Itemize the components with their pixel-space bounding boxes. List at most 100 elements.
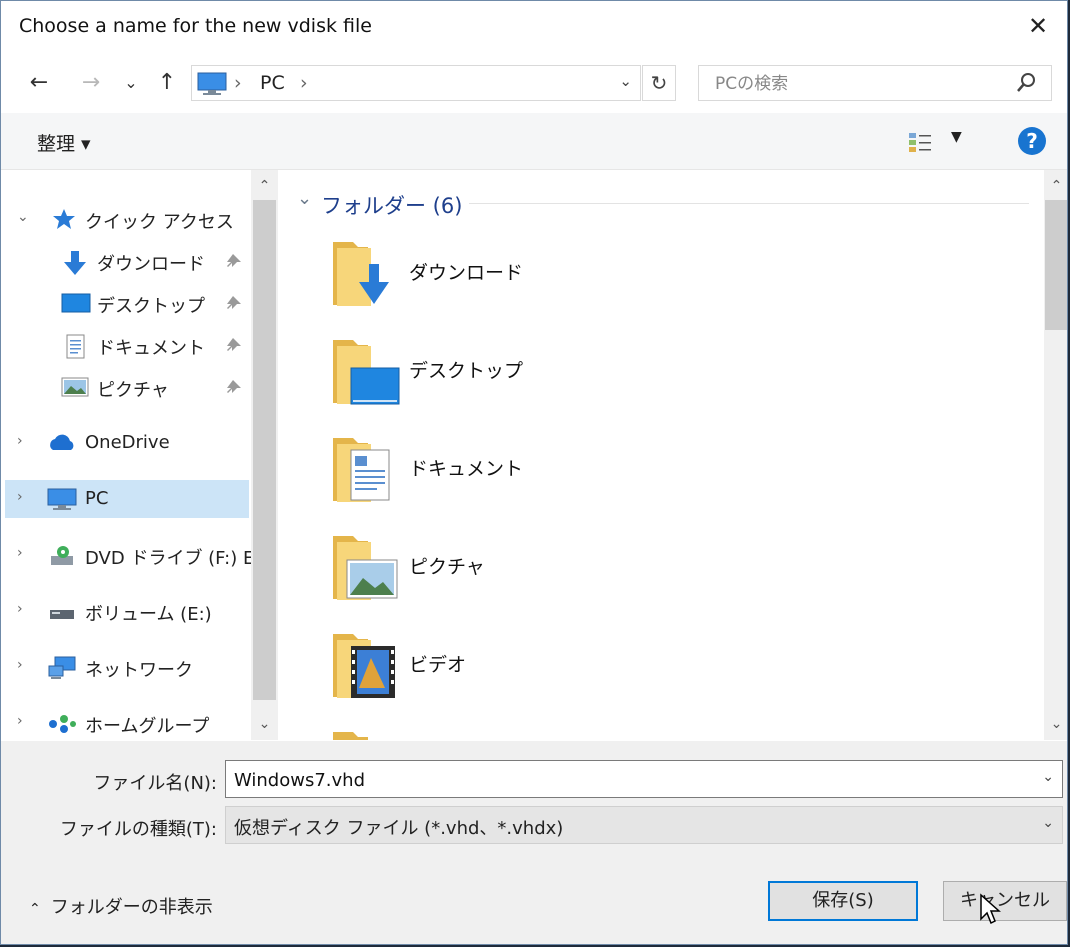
up-arrow-icon[interactable]: ↑ [153, 69, 181, 97]
breadcrumb-separator[interactable]: › [234, 72, 242, 94]
filename-input[interactable] [232, 767, 1016, 793]
refresh-icon[interactable]: ↻ [642, 65, 676, 101]
nav-item-downloads[interactable]: ダウンロード [5, 242, 249, 280]
folder-item-documents[interactable]: ドキュメント [329, 432, 779, 512]
folder-item-downloads[interactable]: ダウンロード [329, 236, 779, 316]
navigation-pane-scrollbar[interactable]: ⌃ ⌄ [251, 170, 278, 740]
folder-item-pictures[interactable]: ピクチャ [329, 530, 779, 610]
desktop-icon [61, 293, 91, 313]
chevron-up-icon: ⌃ [29, 901, 41, 917]
filename-dropdown-chevron-icon[interactable]: ⌄ [1042, 769, 1054, 785]
expand-chevron-icon[interactable]: › [17, 433, 23, 449]
command-bar: 整理 ▾ ▼ ? [1, 113, 1067, 170]
filetype-select[interactable]: 仮想ディスク ファイル (*.vhd、*.vhdx) ⌄ [225, 806, 1063, 844]
nav-item-label: ドキュメント [97, 338, 205, 359]
save-options-panel: ファイル名(N): ⌄ ファイルの種類(T): 仮想ディスク ファイル (*.v… [1, 741, 1067, 944]
pin-icon[interactable] [225, 294, 243, 312]
folder-document-icon [333, 438, 390, 502]
folder-desktop-icon [333, 340, 400, 405]
search-icon[interactable] [1015, 71, 1037, 95]
filename-label: ファイル名(N): [93, 773, 217, 794]
hide-folders-label: フォルダーの非表示 [50, 897, 213, 918]
breadcrumb-pc[interactable]: PC [260, 72, 285, 94]
breadcrumb-separator[interactable]: › [300, 72, 308, 94]
group-header[interactable]: フォルダー (6) [321, 190, 462, 220]
pin-icon[interactable] [225, 378, 243, 396]
address-bar[interactable]: › PC › ⌄ [191, 65, 641, 101]
nav-item-label: ダウンロード [97, 254, 205, 275]
forward-arrow-icon[interactable]: → [77, 69, 105, 97]
nav-item-desktop[interactable]: デスクトップ [5, 284, 249, 322]
scrollbar-thumb[interactable] [1045, 200, 1067, 330]
back-arrow-icon[interactable]: ← [25, 69, 53, 97]
nav-item-label: ピクチャ [97, 380, 169, 401]
nav-item-pc[interactable]: › PC [5, 480, 249, 518]
folder-item-desktop[interactable]: デスクトップ [329, 334, 779, 414]
network-icon [48, 656, 76, 679]
folder-label: デスクトップ [409, 360, 524, 382]
organize-menu-button[interactable]: 整理 ▾ [37, 129, 91, 156]
scroll-down-icon[interactable]: ⌄ [1044, 712, 1067, 736]
pin-icon[interactable] [225, 252, 243, 270]
help-icon[interactable]: ? [1018, 127, 1046, 155]
star-icon [53, 209, 75, 229]
navigation-pane: ⌄ クイック アクセス ダウンロード デスクトップ ドキュメント ピクチャ › … [5, 170, 251, 740]
folder-label: ダウンロード [409, 262, 524, 284]
folder-picture-icon [333, 536, 398, 600]
group-collapse-chevron-icon[interactable]: ⌄ [297, 188, 312, 209]
expand-chevron-icon[interactable]: ⌄ [17, 209, 29, 225]
mouse-cursor-icon [980, 893, 1001, 925]
cancel-button[interactable]: キャンセル [943, 881, 1067, 921]
computer-icon [47, 488, 77, 510]
view-dropdown-icon[interactable]: ▼ [951, 129, 962, 145]
group-divider [469, 203, 1029, 204]
close-icon[interactable]: ✕ [1023, 11, 1053, 41]
scroll-down-icon[interactable]: ⌄ [251, 712, 278, 736]
scroll-up-icon[interactable]: ⌃ [251, 174, 278, 198]
expand-chevron-icon[interactable]: › [17, 601, 23, 617]
change-view-icon[interactable] [907, 131, 935, 155]
expand-chevron-icon[interactable]: › [17, 713, 23, 729]
search-input[interactable] [713, 72, 1007, 96]
expand-chevron-icon[interactable]: › [17, 657, 23, 673]
homegroup-icon [49, 715, 76, 733]
folder-label: ビデオ [409, 654, 467, 676]
folder-video-icon [333, 634, 395, 698]
cloud-icon [50, 434, 74, 450]
nav-item-volume-e[interactable]: › ボリューム (E:) [5, 592, 249, 630]
nav-item-network[interactable]: › ネットワーク [5, 648, 249, 686]
file-list-scrollbar[interactable]: ⌃ ⌄ [1044, 170, 1067, 740]
window-title: Choose a name for the new vdisk file [19, 15, 372, 37]
folder-label: ドキュメント [409, 458, 524, 480]
address-dropdown-chevron-icon[interactable]: ⌄ [619, 72, 632, 90]
nav-item-pictures[interactable]: ピクチャ [5, 368, 249, 406]
filename-combobox[interactable]: ⌄ [225, 760, 1063, 798]
nav-item-label: クイック アクセス [85, 212, 234, 233]
nav-item-label: デスクトップ [97, 296, 205, 317]
nav-item-documents[interactable]: ドキュメント [5, 326, 249, 364]
nav-item-label: PC [85, 488, 109, 509]
nav-item-label: DVD ドライブ (F:) ES [85, 548, 251, 569]
folder-partial-icon[interactable] [329, 726, 401, 740]
folder-item-videos[interactable]: ビデオ [329, 628, 779, 708]
scroll-up-icon[interactable]: ⌃ [1044, 174, 1067, 198]
title-bar: Choose a name for the new vdisk file ✕ [1, 1, 1067, 53]
expand-chevron-icon[interactable]: › [17, 489, 23, 505]
expand-chevron-icon[interactable]: › [17, 545, 23, 561]
nav-item-onedrive[interactable]: › OneDrive [5, 424, 249, 462]
pin-icon[interactable] [225, 336, 243, 354]
nav-item-quick-access[interactable]: ⌄ クイック アクセス [5, 200, 249, 238]
search-box[interactable] [698, 65, 1052, 101]
nav-item-dvd-drive[interactable]: › DVD ドライブ (F:) ES [5, 536, 251, 574]
recent-locations-chevron-icon[interactable]: ⌄ [117, 69, 145, 97]
nav-item-homegroup[interactable]: › ホームグループ [5, 704, 249, 740]
computer-icon [197, 72, 227, 95]
save-button[interactable]: 保存(S) [768, 881, 918, 921]
nav-item-label: ボリューム (E:) [85, 604, 212, 625]
folder-label: ピクチャ [409, 556, 485, 578]
filetype-dropdown-chevron-icon[interactable]: ⌄ [1042, 815, 1054, 831]
file-list: ⌄ フォルダー (6) ダウンロード デスクトップ ドキュメント ピクチャ ビデ… [279, 170, 1044, 740]
filetype-label: ファイルの種類(T): [59, 819, 217, 840]
scrollbar-thumb[interactable] [253, 200, 276, 700]
hide-folders-toggle[interactable]: ⌃ フォルダーの非表示 [29, 893, 213, 919]
